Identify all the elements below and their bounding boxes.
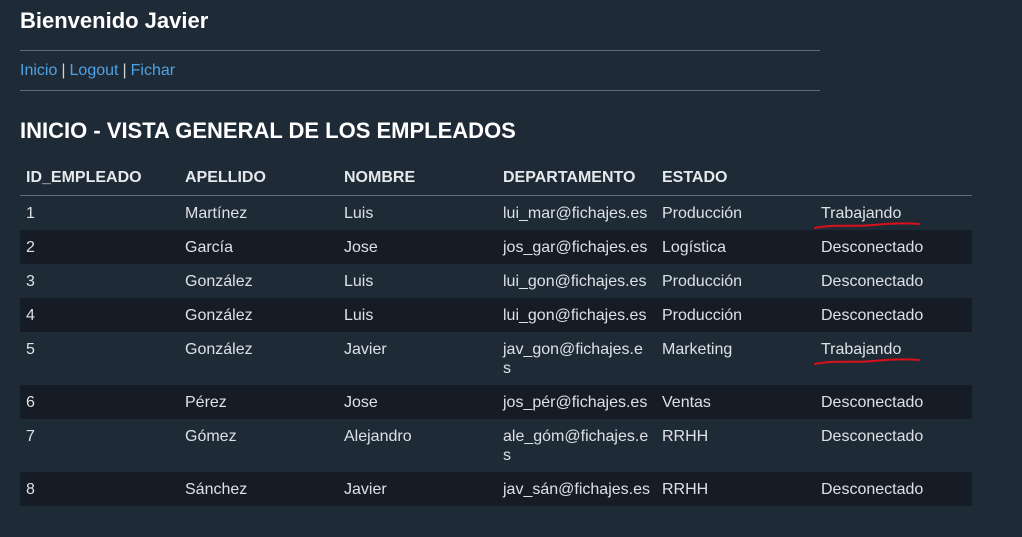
cell-apellido: Sánchez xyxy=(179,472,338,506)
welcome-heading: Bienvenido Javier xyxy=(20,8,209,33)
cell-departamento: Producción xyxy=(662,205,743,222)
nav-separator: | xyxy=(122,62,127,79)
cell-departamento: Producción xyxy=(656,298,815,332)
cell-id: 8 xyxy=(20,472,179,506)
cell-email: jos_gar@fichajes.es xyxy=(497,230,656,264)
main-nav: Inicio | Logout | Fichar xyxy=(20,62,175,80)
cell-nombre: Javier xyxy=(344,341,387,358)
cell-nombre: Javier xyxy=(338,472,497,506)
cell-id: 4 xyxy=(20,298,179,332)
cell-email: jav_sán@fichajes.es xyxy=(497,472,656,506)
status-marked: Trabajando xyxy=(814,204,920,229)
table-row: 8 Sánchez Javier jav_sán@fichajes.es RRHH Des… xyxy=(20,472,972,506)
cell-id: 6 xyxy=(20,385,179,419)
cell-estado: Desconectado xyxy=(815,230,972,264)
cell-departamento: Marketing xyxy=(662,341,733,358)
column-header-status xyxy=(815,160,972,196)
cell-nombre: Jose xyxy=(338,230,497,264)
column-header-id: ID_EMPLEADO xyxy=(20,160,179,196)
cell-departamento: Producción xyxy=(662,273,743,290)
cell-id: 7 xyxy=(26,428,35,445)
cell-estado: Desconectado xyxy=(815,298,972,332)
column-header-departamento: DEPARTAMENTO xyxy=(497,160,656,196)
nav-link-logout[interactable]: Logout xyxy=(70,62,119,79)
cell-nombre: Luis xyxy=(344,205,374,222)
cell-estado: Desconectado xyxy=(815,472,972,506)
table-row: 1 Martínez Luis lui_mar@fichajes.es Producci… xyxy=(20,196,972,231)
table-row: 4 González Luis lui_gon@fichajes.es Producci… xyxy=(20,298,972,332)
cell-estado: Desconectado xyxy=(815,385,972,419)
cell-email: lui_gon@fichajes.es xyxy=(503,273,647,290)
cell-departamento: Ventas xyxy=(656,385,815,419)
cell-departamento: RRHH xyxy=(662,428,709,445)
cell-apellido: González xyxy=(179,298,338,332)
cell-nombre: Luis xyxy=(344,273,374,290)
divider-bottom xyxy=(20,90,820,91)
red-underline-annotation xyxy=(814,222,920,229)
cell-apellido: Martínez xyxy=(185,205,248,222)
nav-separator: | xyxy=(61,62,66,79)
page-title: INICIO - VISTA GENERAL DE LOS EMPLEADOS xyxy=(20,118,516,143)
cell-apellido: Pérez xyxy=(179,385,338,419)
cell-nombre: Jose xyxy=(338,385,497,419)
column-header-nombre: NOMBRE xyxy=(338,160,497,196)
nav-link-fichar[interactable]: Fichar xyxy=(131,62,175,79)
cell-nombre: Alejandro xyxy=(344,428,412,445)
cell-id: 2 xyxy=(20,230,179,264)
cell-departamento: RRHH xyxy=(656,472,815,506)
cell-estado: Trabajando xyxy=(814,332,972,385)
cell-departamento: Logística xyxy=(656,230,815,264)
employees-table: ID_EMPLEADO APELLIDO NOMBRE DEPARTAMENTO… xyxy=(20,160,972,506)
table-header-row: ID_EMPLEADO APELLIDO NOMBRE DEPARTAMENTO… xyxy=(20,160,972,196)
cell-estado: Trabajando xyxy=(814,196,972,231)
cell-estado: Desconectado xyxy=(821,273,924,290)
cell-estado: Desconectado xyxy=(821,428,924,445)
cell-nombre: Luis xyxy=(338,298,497,332)
cell-apellido: González xyxy=(185,273,253,290)
cell-id: 5 xyxy=(26,341,35,358)
cell-id: 1 xyxy=(26,205,35,222)
cell-email: ale_góm@fichajes.es xyxy=(503,428,649,464)
status-marked: Trabajando xyxy=(814,340,920,365)
cell-email: lui_gon@fichajes.es xyxy=(497,298,656,332)
cell-apellido: González xyxy=(185,341,253,358)
column-header-apellido: APELLIDO xyxy=(179,160,338,196)
cell-id: 3 xyxy=(26,273,35,290)
cell-email: jos_pér@fichajes.es xyxy=(497,385,656,419)
table-row: 5 González Javier jav_gon@fichajes.es Market… xyxy=(20,332,972,385)
cell-apellido: Gómez xyxy=(185,428,237,445)
table-row: 7 Gómez Alejandro ale_góm@fichajes.es RRHH De… xyxy=(20,419,972,472)
cell-apellido: García xyxy=(179,230,338,264)
column-header-estado: ESTADO xyxy=(656,160,815,196)
table-row: 6 Pérez Jose jos_pér@fichajes.es Ventas Desco… xyxy=(20,385,972,419)
red-underline-annotation xyxy=(814,358,920,365)
cell-email: jav_gon@fichajes.es xyxy=(503,341,643,377)
nav-link-inicio[interactable]: Inicio xyxy=(20,62,57,79)
table-row: 3 González Luis lui_gon@fichajes.es Producci… xyxy=(20,264,972,298)
cell-email: lui_mar@fichajes.es xyxy=(503,205,648,222)
divider-top xyxy=(20,50,820,51)
table-row: 2 García Jose jos_gar@fichajes.es Logística D… xyxy=(20,230,972,264)
